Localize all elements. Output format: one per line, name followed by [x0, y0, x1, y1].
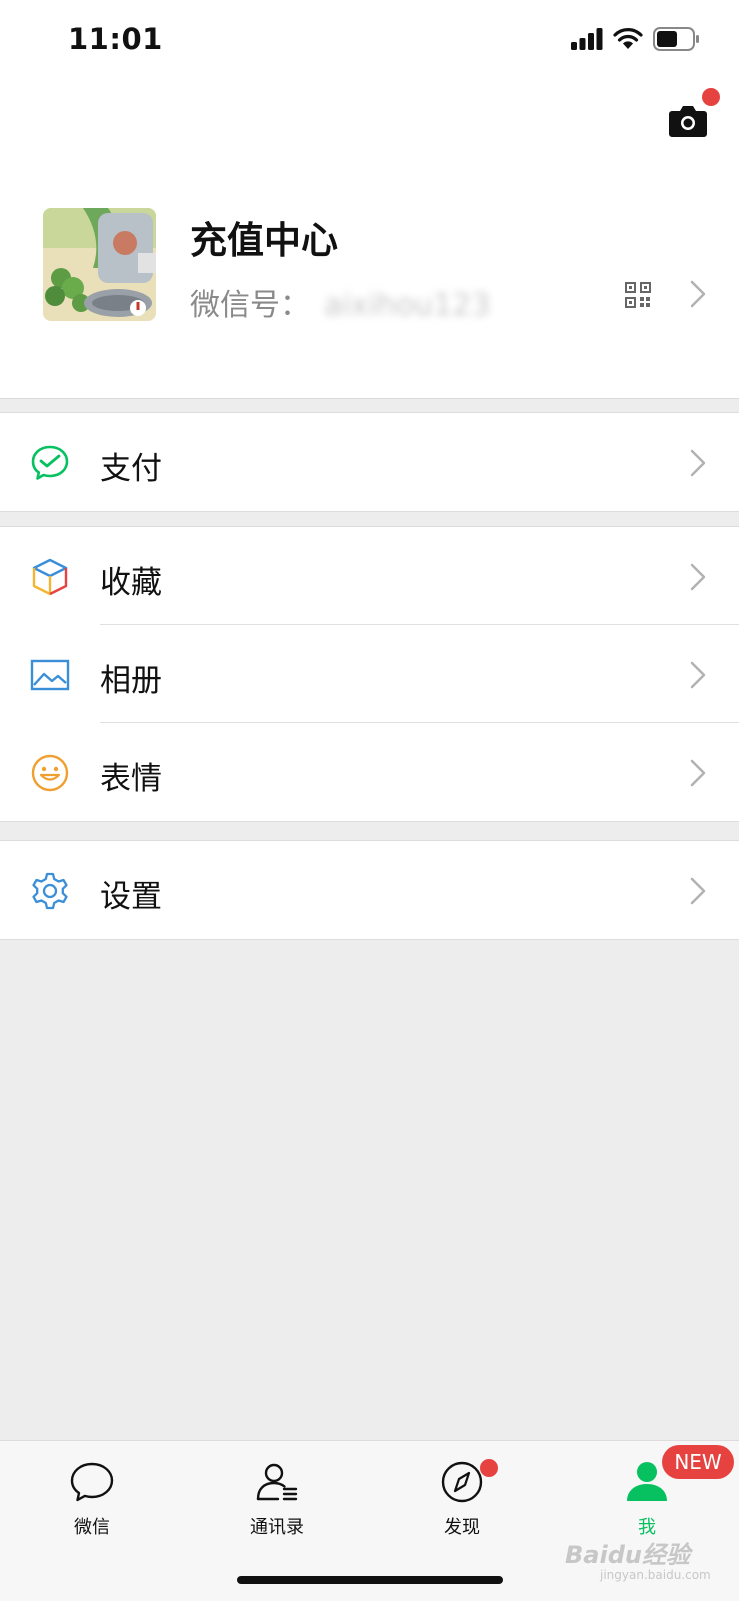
status-bar: 11:01: [0, 0, 739, 80]
status-time: 11:01: [68, 22, 163, 56]
smiley-face-icon: [31, 754, 69, 792]
profile-header[interactable]: 充值中心 微信号： aixihou123: [0, 80, 739, 399]
discover-notification-dot: [480, 1459, 498, 1477]
menu-group-content: 收藏 相册 表情: [0, 526, 739, 822]
menu-item-stickers[interactable]: 表情: [0, 723, 739, 821]
watermark-url: jingyan.baidu.com: [600, 1568, 711, 1582]
menu-item-pay[interactable]: 支付: [0, 413, 739, 511]
camera-icon[interactable]: [668, 102, 708, 138]
chevron-right-icon: [690, 661, 706, 689]
wechat-id-row: 微信号： aixihou123: [190, 280, 490, 324]
tab-chats[interactable]: 微信: [22, 1459, 162, 1549]
chat-bubble-icon: [70, 1462, 114, 1502]
chevron-right-icon: [690, 280, 706, 308]
wifi-icon: [613, 28, 643, 49]
tab-label-contacts: 通讯录: [250, 1517, 304, 1538]
album-photo-icon: [30, 659, 70, 691]
tab-contacts[interactable]: 通讯录: [207, 1459, 347, 1549]
menu-group-pay: 支付: [0, 412, 739, 512]
avatar-image: [43, 208, 156, 321]
wechat-pay-icon: [31, 445, 69, 480]
watermark-logo: Baidu经验: [565, 1541, 690, 1569]
menu-label-pay: 支付: [100, 451, 162, 487]
contacts-icon: [256, 1463, 298, 1501]
chevron-right-icon: [690, 449, 706, 477]
compass-icon: [441, 1461, 483, 1503]
battery-icon: [653, 27, 699, 51]
chevron-right-icon: [690, 877, 706, 905]
gear-icon: [32, 872, 68, 910]
menu-label-album: 相册: [100, 663, 162, 699]
new-badge: NEW: [662, 1445, 734, 1479]
tab-label-discover: 发现: [444, 1517, 480, 1538]
qr-code-icon[interactable]: [625, 282, 651, 308]
cellular-signal-icon: [571, 28, 603, 50]
wechat-id-label: 微信号：: [190, 288, 310, 323]
chevron-right-icon: [690, 759, 706, 787]
avatar[interactable]: [43, 208, 156, 321]
home-indicator[interactable]: [237, 1576, 503, 1584]
menu-group-settings: 设置: [0, 840, 739, 940]
favorites-cube-icon: [32, 558, 68, 596]
wechat-id-value: aixihou123: [324, 288, 491, 323]
menu-item-favorites[interactable]: 收藏: [0, 527, 739, 625]
menu-label-stickers: 表情: [100, 761, 162, 797]
menu-label-settings: 设置: [100, 879, 162, 915]
tab-discover[interactable]: 发现: [392, 1459, 532, 1549]
camera-notification-dot: [702, 88, 720, 106]
menu-item-album[interactable]: 相册: [0, 625, 739, 723]
tab-label-chats: 微信: [74, 1517, 110, 1538]
menu-label-favorites: 收藏: [100, 565, 162, 601]
chevron-right-icon: [690, 563, 706, 591]
profile-name: 充值中心: [190, 219, 338, 262]
menu-item-settings[interactable]: 设置: [0, 841, 739, 939]
